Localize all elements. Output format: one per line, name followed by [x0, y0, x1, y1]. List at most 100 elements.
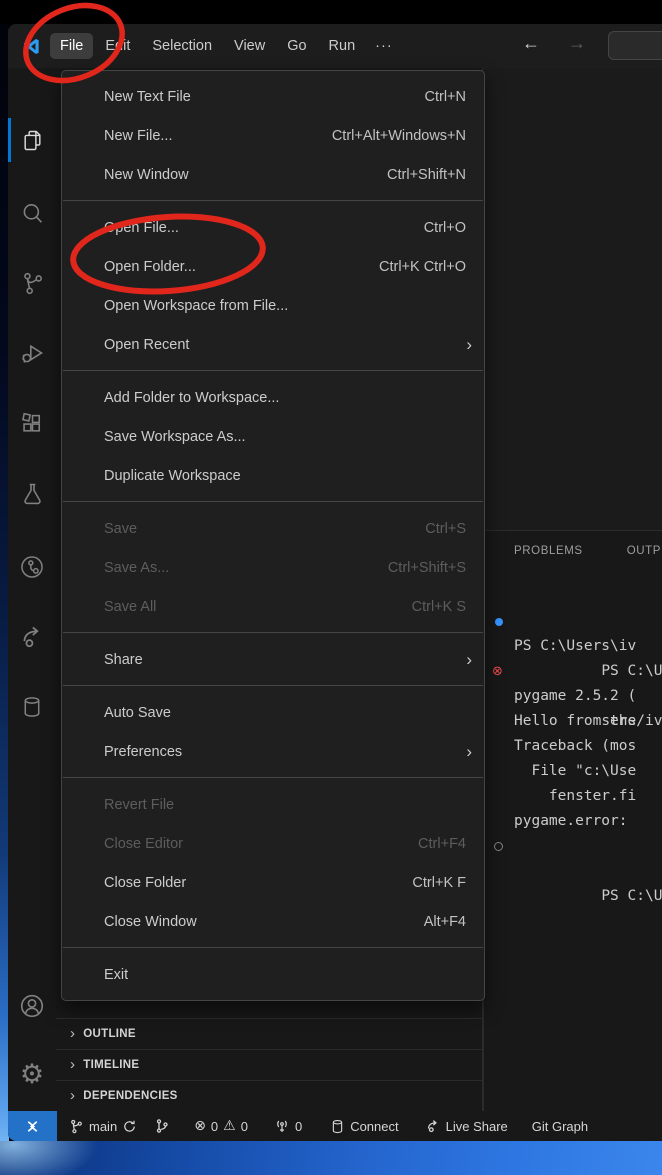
ports-count: 0 [295, 1119, 302, 1134]
status-bar: main ⊗ 0 ⚠ 0 [8, 1111, 662, 1141]
submenu-chevron-icon: › [466, 742, 472, 762]
vscode-logo-icon [22, 37, 41, 56]
sidebar-section-timeline[interactable]: › TIMELINE [56, 1049, 482, 1080]
gitlens-icon[interactable] [8, 550, 56, 584]
settings-gear-icon[interactable]: ⚙ [8, 1057, 56, 1091]
tab-problems[interactable]: PROBLEMS [514, 545, 583, 557]
menu-item-exit[interactable]: Exit [62, 955, 484, 994]
terminal-line: ⊗ sers/ivost/sou [484, 659, 662, 684]
error-count: 0 [211, 1119, 218, 1134]
testing-icon[interactable] [8, 476, 56, 510]
menu-item-save-all: Save All Ctrl+K S [62, 587, 484, 626]
error-count-icon: ⊗ [194, 1118, 206, 1134]
run-debug-icon[interactable] [8, 336, 56, 370]
menu-separator [63, 200, 483, 201]
menu-item-save: Save Ctrl+S [62, 509, 484, 548]
sidebar-section-label: TIMELINE [83, 1059, 139, 1071]
database-small-icon [330, 1119, 345, 1134]
problems-status[interactable]: ⊗ 0 ⚠ 0 [194, 1118, 248, 1134]
broadcast-icon [274, 1118, 290, 1134]
connect-label: Connect [350, 1119, 398, 1134]
menu-item-revert-file: Revert File [62, 785, 484, 824]
menubar-item-selection[interactable]: Selection [142, 33, 222, 59]
remote-indicator[interactable] [8, 1111, 57, 1141]
menu-item-open-recent[interactable]: Open Recent › [62, 325, 484, 364]
menu-item-close-folder[interactable]: Close Folder Ctrl+K F [62, 863, 484, 902]
live-share-icon[interactable] [8, 620, 56, 654]
file-menu-dropdown: New Text File Ctrl+N New File... Ctrl+Al… [61, 70, 485, 1001]
sidebar-section-dependencies[interactable]: › DEPENDENCIES [56, 1080, 482, 1111]
account-icon[interactable] [8, 989, 56, 1023]
tab-output[interactable]: OUTPUT [627, 545, 662, 557]
live-share-button[interactable]: Live Share [425, 1118, 508, 1134]
search-icon[interactable] [8, 196, 56, 230]
menu-item-close-window[interactable]: Close Window Alt+F4 [62, 902, 484, 941]
sidebar-section-label: OUTLINE [83, 1028, 136, 1040]
menu-item-save-workspace-as[interactable]: Save Workspace As... [62, 417, 484, 456]
warning-count-icon: ⚠ [223, 1118, 236, 1134]
editor-area [483, 68, 662, 530]
menu-separator [63, 777, 483, 778]
menubar-item-file[interactable]: File [50, 33, 93, 59]
menu-item-save-as: Save As... Ctrl+Shift+S [62, 548, 484, 587]
live-share-label: Live Share [446, 1119, 508, 1134]
git-graph-button[interactable]: Git Graph [532, 1119, 588, 1134]
warning-count: 0 [241, 1119, 248, 1134]
sidebar-section-label: DEPENDENCIES [83, 1090, 177, 1102]
terminal-line: Hello from the [484, 709, 662, 734]
menu-item-open-folder[interactable]: Open Folder... Ctrl+K Ctrl+O [62, 247, 484, 286]
back-arrow-icon[interactable]: ← [522, 33, 540, 54]
menu-item-share[interactable]: Share › [62, 640, 484, 679]
git-graph-label: Git Graph [532, 1119, 588, 1134]
explorer-icon[interactable] [8, 123, 56, 157]
command-decoration-dot[interactable] [495, 609, 503, 634]
menu-item-add-folder-to-workspace[interactable]: Add Folder to Workspace... [62, 378, 484, 417]
menu-item-new-text-file[interactable]: New Text File Ctrl+N [62, 77, 484, 116]
terminal-line: PS C:\Users\iv [484, 834, 662, 859]
menubar-item-edit[interactable]: Edit [95, 33, 140, 59]
panel-tab-bar: PROBLEMS OUTPUT [484, 531, 662, 557]
sql-connect-button[interactable]: Connect [330, 1119, 398, 1134]
sidebar-bottom-sections: › OUTLINE › TIMELINE › DEPENDENCIES [56, 1018, 482, 1111]
menu-separator [63, 947, 483, 948]
ports-status[interactable]: 0 [274, 1118, 302, 1134]
command-error-icon[interactable]: ⊗ [492, 659, 503, 684]
submenu-chevron-icon: › [466, 335, 472, 355]
terminal-panel: PROBLEMS OUTPUT PS C:\Users\iv PS C:\Use… [483, 530, 662, 1111]
command-decoration-circle[interactable] [494, 834, 503, 859]
menu-separator [63, 632, 483, 633]
terminal-line: pygame.error: [484, 809, 662, 834]
chevron-right-icon: › [70, 1056, 75, 1073]
git-branch-status[interactable]: main [69, 1119, 137, 1134]
extensions-icon[interactable] [8, 406, 56, 440]
menu-item-auto-save[interactable]: Auto Save [62, 693, 484, 732]
vscode-window: File Edit Selection View Go Run ··· ← → [8, 24, 662, 1141]
menu-separator [63, 501, 483, 502]
sidebar-section-outline[interactable]: › OUTLINE [56, 1018, 482, 1049]
menu-item-new-file[interactable]: New File... Ctrl+Alt+Windows+N [62, 116, 484, 155]
database-icon[interactable] [8, 690, 56, 724]
menu-item-preferences[interactable]: Preferences › [62, 732, 484, 771]
title-bar: File Edit Selection View Go Run ··· ← → [8, 24, 662, 68]
menu-separator [63, 685, 483, 686]
forward-arrow-icon[interactable]: → [568, 33, 586, 54]
menu-item-duplicate-workspace[interactable]: Duplicate Workspace [62, 456, 484, 495]
terminal-line: File "c:\Use [484, 759, 662, 784]
terminal-line: fenster.fi [484, 784, 662, 809]
command-center-search-box[interactable] [608, 31, 662, 60]
terminal-line: Traceback (mos [484, 734, 662, 759]
menubar-item-more[interactable]: ··· [367, 33, 401, 59]
source-control-icon[interactable] [8, 266, 56, 300]
commit-graph-button[interactable] [154, 1118, 170, 1134]
terminal-output[interactable]: PS C:\Users\iv PS C:\Users\iv ⊗ sers/ivo… [484, 609, 662, 859]
chevron-right-icon: › [70, 1025, 75, 1042]
menubar-item-go[interactable]: Go [277, 33, 316, 59]
menu-separator [63, 370, 483, 371]
branch-name: main [89, 1119, 117, 1134]
menu-item-open-workspace-from-file[interactable]: Open Workspace from File... [62, 286, 484, 325]
menu-item-open-file[interactable]: Open File... Ctrl+O [62, 208, 484, 247]
menubar-item-view[interactable]: View [224, 33, 275, 59]
terminal-line: PS C:\Users\iv [484, 634, 662, 659]
menu-item-new-window[interactable]: New Window Ctrl+Shift+N [62, 155, 484, 194]
menubar-item-run[interactable]: Run [319, 33, 366, 59]
